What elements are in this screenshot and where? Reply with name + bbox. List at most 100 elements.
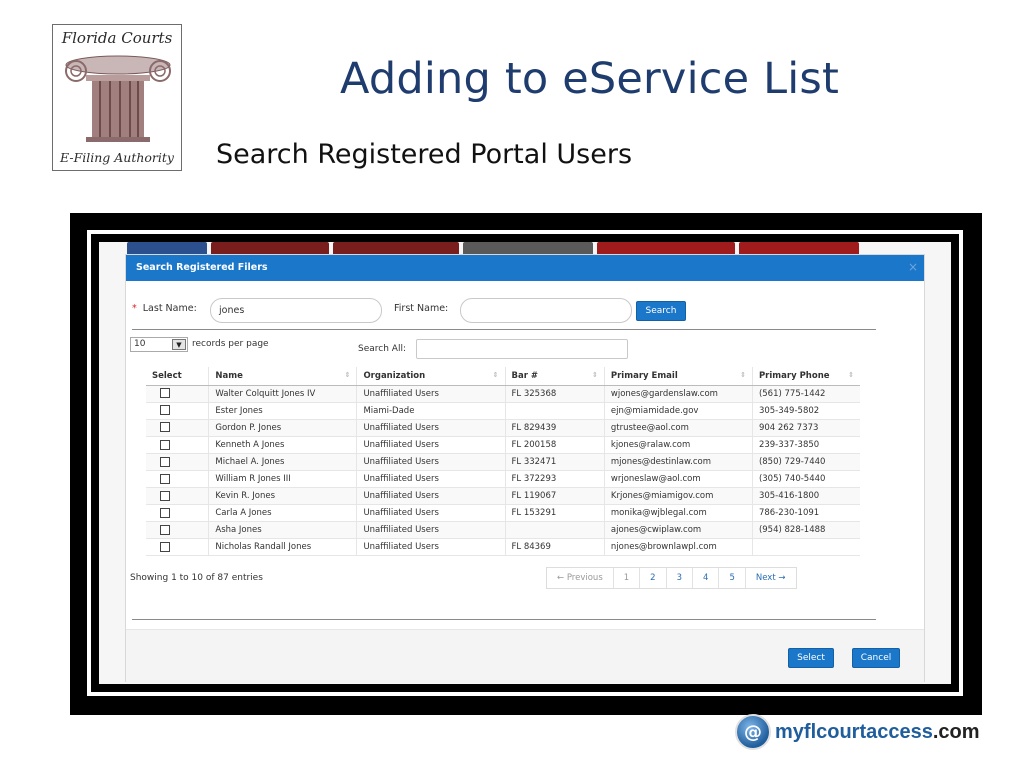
form-divider xyxy=(132,329,876,330)
table-header-row: Select Name ⇕ Organization ⇕ Bar # ⇕ Primar… xyxy=(146,367,860,386)
cell-phone: 239-337-3850 xyxy=(751,436,860,454)
first-name-input[interactable] xyxy=(460,298,632,323)
sort-icon[interactable]: ⇕ xyxy=(345,371,351,379)
last-name-label-text: Last Name: xyxy=(142,303,197,314)
portal-screen: Search Registered Filers × * Last Name: j… xyxy=(99,242,951,684)
table-row[interactable]: Ester Jones Miami-Dade ejn@miamidade.gov 30… xyxy=(146,402,860,420)
cell-email: ajones@cwiplaw.com xyxy=(603,521,753,540)
page-button-2[interactable]: 2 xyxy=(640,568,667,588)
column-header-email[interactable]: Primary Email ⇕ xyxy=(603,367,753,386)
row-select-cell xyxy=(146,453,209,471)
search-button[interactable]: Search xyxy=(636,301,686,321)
cancel-button[interactable]: Cancel xyxy=(852,648,900,668)
cell-bar-number: FL 84369 xyxy=(504,538,605,557)
cell-email: mjones@destinlaw.com xyxy=(603,453,753,471)
chevron-down-icon[interactable]: ▼ xyxy=(172,339,186,350)
table-row[interactable]: William R Jones III Unaffiliated Users FL … xyxy=(146,470,860,489)
row-select-checkbox[interactable] xyxy=(160,507,170,518)
row-select-checkbox[interactable] xyxy=(160,456,170,467)
row-select-checkbox[interactable] xyxy=(160,490,170,501)
table-row[interactable]: Kenneth A Jones Unaffiliated Users FL 2001… xyxy=(146,436,860,454)
previous-page-button[interactable]: ← Previous xyxy=(547,568,614,588)
cell-organization: Unaffiliated Users xyxy=(356,521,505,540)
column-header-label: Primary Phone xyxy=(758,370,830,381)
sort-icon[interactable]: ⇕ xyxy=(592,371,598,379)
sort-icon[interactable]: ⇕ xyxy=(848,371,854,379)
table-row[interactable]: Nicholas Randall Jones Unaffiliated Users… xyxy=(146,538,860,557)
cell-phone: 305-416-1800 xyxy=(751,487,860,506)
last-name-label: * Last Name: xyxy=(132,303,197,314)
column-header-label: Primary Email xyxy=(610,370,678,381)
dialog-footer: Select Cancel xyxy=(126,629,924,683)
last-name-input[interactable]: jones xyxy=(210,298,382,323)
table-row[interactable]: Kevin R. Jones Unaffiliated Users FL 11906… xyxy=(146,487,860,506)
column-header-label: Organization xyxy=(363,370,426,381)
column-header-phone[interactable]: Primary Phone ⇕ xyxy=(751,367,860,386)
row-select-checkbox[interactable] xyxy=(160,525,170,536)
records-per-page-label: records per page xyxy=(192,339,269,349)
row-select-checkbox[interactable] xyxy=(160,473,170,484)
sort-icon[interactable]: ⇕ xyxy=(493,371,499,379)
cell-name: Nicholas Randall Jones xyxy=(208,538,357,557)
table-row[interactable]: Gordon P. Jones Unaffiliated Users FL 8294… xyxy=(146,419,860,437)
cell-bar-number: FL 325368 xyxy=(504,385,605,403)
sort-icon[interactable]: ⇕ xyxy=(740,371,746,379)
cell-name: Carla A Jones xyxy=(208,504,357,523)
row-select-checkbox[interactable] xyxy=(160,405,170,416)
dialog-title: Search Registered Filers xyxy=(136,262,268,273)
row-select-checkbox[interactable] xyxy=(160,542,170,553)
row-select-cell xyxy=(146,504,209,523)
row-select-cell xyxy=(146,402,209,420)
logo-bottom-text: E-Filing Authority xyxy=(59,150,174,165)
table-row[interactable]: Carla A Jones Unaffiliated Users FL 153291… xyxy=(146,504,860,523)
cell-organization: Unaffiliated Users xyxy=(356,453,505,471)
cell-name: William R Jones III xyxy=(208,470,357,489)
column-header-name[interactable]: Name ⇕ xyxy=(208,367,357,386)
records-per-page-select[interactable]: 10 ▼ xyxy=(130,337,188,352)
cell-phone: 305-349-5802 xyxy=(751,402,860,420)
screenshot-border: Search Registered Filers × * Last Name: j… xyxy=(87,230,963,696)
table-row[interactable]: Asha Jones Unaffiliated Users ajones@cwipl… xyxy=(146,521,860,540)
row-select-checkbox[interactable] xyxy=(160,388,170,399)
required-mark: * xyxy=(132,303,137,314)
cell-bar-number: FL 332471 xyxy=(504,453,605,471)
row-select-cell xyxy=(146,470,209,489)
cell-email: wrjoneslaw@aol.com xyxy=(603,470,753,489)
cell-name: Ester Jones xyxy=(208,402,357,420)
cell-organization: Unaffiliated Users xyxy=(356,385,505,403)
cell-name: Asha Jones xyxy=(208,521,357,540)
cell-organization: Unaffiliated Users xyxy=(356,470,505,489)
next-page-button[interactable]: Next → xyxy=(746,568,796,588)
cell-organization: Miami-Dade xyxy=(356,402,505,420)
close-icon[interactable]: × xyxy=(908,260,918,274)
table-row[interactable]: Michael A. Jones Unaffiliated Users FL 332… xyxy=(146,453,860,471)
cell-phone: (305) 740-5440 xyxy=(751,470,860,489)
column-header-label: Bar # xyxy=(511,370,539,381)
cell-organization: Unaffiliated Users xyxy=(356,504,505,523)
column-header-label: Name xyxy=(215,370,243,381)
column-header-bar[interactable]: Bar # ⇕ xyxy=(504,367,605,386)
select-button[interactable]: Select xyxy=(788,648,834,668)
cell-bar-number: FL 119067 xyxy=(504,487,605,506)
table-row[interactable]: Walter Colquitt Jones IV Unaffiliated Use… xyxy=(146,385,860,403)
cell-organization: Unaffiliated Users xyxy=(356,538,505,557)
pagination: ← Previous 1 2 3 4 5 Next → xyxy=(546,567,797,589)
cell-email: ejn@miamidade.gov xyxy=(603,402,753,420)
filers-table: Select Name ⇕ Organization ⇕ Bar # ⇕ Primar… xyxy=(146,367,860,557)
cell-email: njones@brownlawpl.com xyxy=(603,538,753,557)
column-header-organization[interactable]: Organization ⇕ xyxy=(356,367,505,386)
cell-email: monika@wjblegal.com xyxy=(603,504,753,523)
search-all-input[interactable] xyxy=(416,339,628,359)
cell-email: kjones@ralaw.com xyxy=(603,436,753,454)
row-select-checkbox[interactable] xyxy=(160,439,170,450)
page-button-1[interactable]: 1 xyxy=(614,568,641,588)
slide-subtitle: Search Registered Portal Users xyxy=(216,139,633,170)
dialog-header: Search Registered Filers × xyxy=(126,255,924,281)
row-select-checkbox[interactable] xyxy=(160,422,170,433)
ionic-column-icon xyxy=(65,55,171,142)
page-button-4[interactable]: 4 xyxy=(693,568,720,588)
page-button-5[interactable]: 5 xyxy=(719,568,746,588)
page-button-3[interactable]: 3 xyxy=(667,568,694,588)
cell-email: Krjones@miamigov.com xyxy=(603,487,753,506)
cell-email: wjones@gardenslaw.com xyxy=(603,385,753,403)
